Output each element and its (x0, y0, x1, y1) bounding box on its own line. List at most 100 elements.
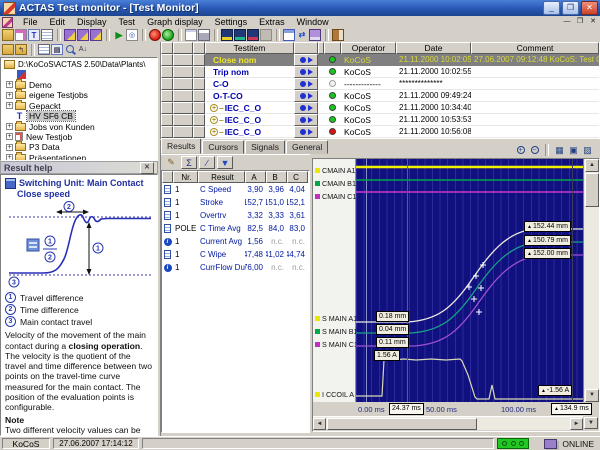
menu-window[interactable]: Window (291, 17, 335, 27)
menu-edit[interactable]: Edit (44, 17, 72, 27)
legend-cmain-a1[interactable]: CMAIN A1 (313, 166, 356, 175)
edit-pencil-icon[interactable]: ✎ (163, 156, 179, 169)
tree-item-gepackt[interactable]: + Gepackt (1, 101, 157, 111)
zoom-in-icon[interactable] (515, 144, 528, 157)
grid-toggle-icon[interactable]: ▦ (553, 144, 566, 157)
legend-s-main-b1[interactable]: S MAIN B1 (313, 327, 358, 336)
mdi-minimize-button[interactable]: — (561, 17, 573, 27)
tree-item-praesentationen[interactable]: + Präsentationen (1, 153, 157, 161)
scroll-down-icon[interactable]: ▼ (585, 389, 599, 402)
remote-device-icon[interactable] (309, 29, 321, 41)
signal-select-icon[interactable]: ▣ (567, 144, 580, 157)
zoom-out-icon[interactable] (529, 144, 542, 157)
menu-settings[interactable]: Settings (209, 17, 254, 27)
tree-item-hv-sf6-cb[interactable]: T HV SF6 CB (1, 111, 157, 121)
legend-i-ccoil-a[interactable]: I CCOIL A (313, 390, 354, 399)
start-test-icon[interactable]: ▶ (113, 29, 125, 41)
signal-plot[interactable]: ▲152.44 mm ▲150.79 mm ▲152.00 mm 0.18 mm… (356, 159, 583, 402)
export-down-icon[interactable]: ▼ (217, 156, 233, 169)
sum-icon[interactable]: Σ (181, 156, 197, 169)
legend-cmain-b1[interactable]: CMAIN B1 (313, 179, 356, 188)
graph-settings-icon[interactable]: ▨ (581, 144, 594, 157)
menu-test[interactable]: Test (113, 17, 142, 27)
graph-current-icon[interactable] (234, 29, 246, 41)
stop-test-icon[interactable] (149, 29, 161, 41)
col-c[interactable]: C (287, 171, 308, 183)
table-row-iec-c-o-1[interactable]: +–IEC_C_O KoCoS 21.11.2000 10:34:40 (161, 102, 600, 114)
close-button[interactable]: ✕ (581, 1, 598, 15)
result-row-c-time-avg[interactable]: POLE C Time Avg 82,5 84,0 83,0 (162, 222, 309, 235)
table-row-trip-nom[interactable]: Trip nom KoCoS 21.11.2000 10:02:55 (161, 66, 600, 78)
expand-icon[interactable]: + (6, 133, 13, 140)
table-row-c-o[interactable]: C-O ------------- ************** (161, 78, 600, 90)
restore-button[interactable]: ❐ (562, 1, 579, 15)
tab-results[interactable]: Results (161, 138, 201, 154)
expand-icon[interactable]: + (6, 154, 13, 161)
form-view-icon[interactable]: ▤ (51, 44, 63, 55)
table-row-iec-c-o-2[interactable]: +–IEC_C_O KoCoS 21.11.2000 10:53:53 (161, 114, 600, 126)
testjob-icon-2[interactable] (77, 29, 89, 41)
result-row-stroke[interactable]: 1 Stroke 152,7 151,0 152,1 (162, 196, 309, 209)
testjob-icon-1[interactable] (64, 29, 76, 41)
tree-item-eigene-testjobs[interactable]: + eigene Testjobs (1, 90, 157, 100)
expand-icon[interactable]: + (6, 102, 13, 109)
table-row-o-t-co[interactable]: O-T-CO KoCoS 21.11.2000 09:49:24 (161, 90, 600, 102)
tab-signals[interactable]: Signals (245, 140, 285, 154)
replay-icon[interactable] (300, 81, 313, 87)
close-help-icon[interactable]: ✕ (140, 162, 154, 174)
result-row-overtrv[interactable]: 1 Overtrv 3,32 3,33 3,61 (162, 209, 309, 222)
cursor-2-line[interactable] (572, 159, 573, 402)
legend-s-main-c1[interactable]: S MAIN C1 (313, 340, 358, 349)
scroll-left-icon[interactable]: ◄ (313, 418, 326, 430)
menu-extras[interactable]: Extras (253, 17, 291, 27)
report-icon[interactable] (185, 29, 197, 41)
graph-mixed-icon[interactable] (247, 29, 259, 41)
cursor-1-time-box[interactable]: 24.37 ms (389, 403, 424, 415)
print-icon[interactable] (198, 29, 210, 41)
result-row-current-avg[interactable]: i 1 Current Avg 1,56 n.c. n.c. (162, 235, 309, 248)
online-ball-icon[interactable] (162, 29, 174, 41)
col-comment[interactable]: Comment (471, 42, 599, 54)
menu-display[interactable]: Display (71, 17, 113, 27)
col-nr[interactable]: Nr. (173, 171, 198, 183)
table-row-close-nom[interactable]: Close nom KoCoS 21.11.2000 10:02:05 27.0… (161, 54, 600, 66)
col-operator[interactable]: Operator (341, 42, 396, 54)
tree-item-root[interactable]: D:\KoCoS\ACTAS 2.50\Data\Plants\ (1, 59, 157, 69)
table-row-iec-c-o-3[interactable]: +–IEC_C_O KoCoS 21.11.2000 10:56:08 (161, 126, 600, 138)
expand-icon[interactable]: + (6, 123, 13, 130)
mdi-close-button[interactable]: ✕ (587, 17, 599, 27)
legend-s-main-a1[interactable]: S MAIN A1 (313, 314, 357, 323)
menu-graph-display[interactable]: Graph display (141, 17, 209, 27)
hscroll-thumb[interactable] (327, 418, 477, 430)
new-testjob-icon[interactable] (15, 29, 27, 41)
menu-file[interactable]: File (17, 17, 44, 27)
result-row-c-speed[interactable]: 1 C Speed 3,90 3,96 4,04 (162, 183, 309, 196)
scroll-down-corner-icon[interactable]: ▼ (584, 417, 598, 429)
replay-icon[interactable] (300, 129, 313, 135)
transfer-data-icon[interactable]: ⇄ (296, 29, 308, 41)
replay-icon[interactable] (300, 57, 313, 63)
graph-vscrollbar[interactable]: ▲ ▼ (583, 159, 599, 402)
cursor-1-line[interactable] (407, 159, 408, 402)
plant-overview-icon[interactable] (2, 44, 14, 55)
up-level-icon[interactable]: ↰ (15, 44, 27, 55)
legend-cmain-c1[interactable]: CMAIN C1 (313, 192, 356, 201)
mdi-restore-button[interactable]: ❐ (574, 17, 586, 27)
col-a[interactable]: A (245, 171, 266, 183)
replay-icon[interactable] (300, 93, 313, 99)
col-b[interactable]: B (266, 171, 287, 183)
graph-travel-icon[interactable] (221, 29, 233, 41)
scroll-up-icon[interactable]: ▲ (585, 159, 599, 172)
graph-hscrollbar[interactable]: ◄ ► (313, 416, 583, 430)
col-date[interactable]: Date (396, 42, 471, 54)
testjob-icon-3[interactable] (90, 29, 102, 41)
tab-cursors[interactable]: Cursors (202, 140, 244, 154)
test-monitor-icon[interactable]: T (28, 29, 40, 41)
replay-icon[interactable] (300, 117, 313, 123)
col-testitem[interactable]: Testitem (205, 42, 294, 54)
send-mail-icon[interactable] (283, 29, 295, 41)
replay-icon[interactable] (300, 69, 313, 75)
expand-icon[interactable]: + (6, 144, 13, 151)
tree-item-jobs-von-kunden[interactable]: + Jobs von Kunden (1, 121, 157, 131)
search-icon[interactable] (64, 44, 76, 55)
